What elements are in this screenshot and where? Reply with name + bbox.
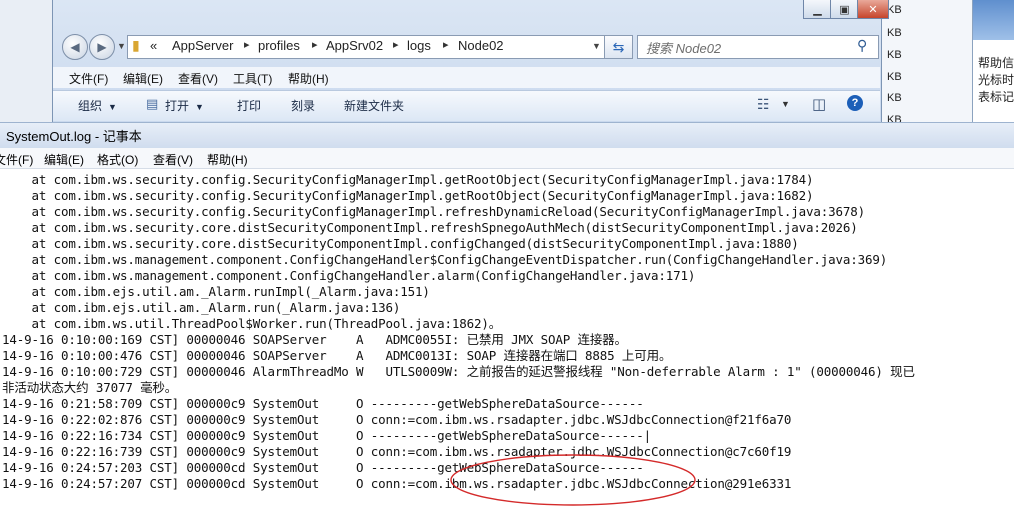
- minimize-icon: ▁: [813, 3, 822, 16]
- menu-help[interactable]: 帮助(H): [288, 70, 329, 87]
- open-icon: ▤: [146, 96, 159, 111]
- help-icon[interactable]: ?: [847, 95, 863, 111]
- log-line: at com.ibm.ws.util.ThreadPool$Worker.run…: [2, 316, 502, 331]
- breadcrumb-appserver[interactable]: AppServer: [172, 38, 233, 53]
- breadcrumb-separator-icon[interactable]: ▸: [443, 38, 449, 51]
- file-size: KB: [887, 49, 902, 61]
- breadcrumb-node02[interactable]: Node02: [458, 38, 504, 53]
- notepad-menu-view[interactable]: 查看(V): [153, 151, 193, 168]
- notepad-titlebar: [0, 122, 1014, 149]
- log-line: 非活动状态大约 37077 毫秒。: [2, 380, 178, 395]
- menu-view[interactable]: 查看(V): [178, 70, 218, 87]
- maximize-icon: ▣: [839, 3, 850, 16]
- folder-icon: ▮: [132, 37, 140, 53]
- file-size: KB: [887, 92, 902, 104]
- log-line: 14-9-16 0:22:16:734 CST] 000000c9 System…: [2, 428, 652, 443]
- log-line: 14-9-16 0:10:00:169 CST] 00000046 SOAPSe…: [2, 332, 627, 347]
- log-line: at com.ibm.ws.security.config.SecurityCo…: [2, 172, 814, 187]
- log-line: 14-9-16 0:10:00:476 CST] 00000046 SOAPSe…: [2, 348, 672, 363]
- new-folder-button[interactable]: 新建文件夹: [344, 97, 404, 114]
- notepad-menu-file[interactable]: 文件(F): [0, 151, 33, 168]
- file-size: KB: [887, 27, 902, 39]
- breadcrumb-appsrv02[interactable]: AppSrv02: [326, 38, 383, 53]
- annotation-ellipse: [450, 454, 696, 506]
- background-help-text: 帮助信: [978, 56, 1014, 70]
- notepad-menu-help[interactable]: 帮助(H): [207, 151, 248, 168]
- burn-button[interactable]: 刻录: [291, 97, 315, 114]
- log-line: at com.ibm.ws.management.component.Confi…: [2, 252, 888, 267]
- log-line: 14-9-16 0:21:58:709 CST] 000000c9 System…: [2, 396, 644, 411]
- search-placeholder: 搜索 Node02: [646, 41, 722, 56]
- menu-file[interactable]: 文件(F): [69, 70, 108, 87]
- recent-pages-dropdown-icon[interactable]: ▼: [117, 41, 126, 51]
- notepad-menu-format[interactable]: 格式(O): [97, 151, 138, 168]
- organize-button[interactable]: 组织 ▼: [78, 97, 117, 114]
- log-line: at com.ibm.ws.security.config.SecurityCo…: [2, 188, 814, 203]
- log-line: at com.ibm.ejs.util.am._Alarm.runImpl(_A…: [2, 284, 430, 299]
- back-arrow-icon: ◀: [70, 40, 80, 54]
- maximize-button[interactable]: ▣: [830, 0, 859, 19]
- log-line: at com.ibm.ejs.util.am._Alarm.run(_Alarm…: [2, 300, 401, 315]
- print-button[interactable]: 打印: [237, 97, 261, 114]
- view-options-icon[interactable]: ☷: [757, 96, 770, 113]
- close-button[interactable]: ✕: [857, 0, 889, 19]
- refresh-icon: ⇆: [612, 38, 625, 55]
- menu-edit[interactable]: 编辑(E): [123, 70, 163, 87]
- refresh-button[interactable]: ⇆: [604, 35, 633, 59]
- minimize-button[interactable]: ▁: [803, 0, 832, 19]
- address-dropdown-icon[interactable]: ▼: [592, 41, 601, 51]
- breadcrumb-overflow[interactable]: «: [150, 38, 157, 53]
- menu-tools[interactable]: 工具(T): [233, 70, 272, 87]
- breadcrumb-separator-icon[interactable]: ▸: [312, 38, 318, 51]
- file-size: KB: [887, 71, 902, 83]
- background-help-text: 光标时: [978, 73, 1014, 87]
- open-button[interactable]: 打开 ▼: [165, 97, 204, 114]
- organize-label: 组织: [78, 99, 103, 113]
- forward-button[interactable]: ▶: [89, 34, 115, 60]
- desktop-background: [0, 0, 52, 122]
- open-label: 打开: [165, 99, 190, 113]
- log-line: at com.ibm.ws.security.config.SecurityCo…: [2, 204, 866, 219]
- background-window-titlebar: [973, 0, 1014, 40]
- search-icon[interactable]: ⚲: [857, 37, 867, 54]
- forward-arrow-icon: ▶: [97, 40, 107, 54]
- preview-pane-icon[interactable]: ◫: [812, 95, 826, 113]
- view-dropdown-icon[interactable]: ▼: [781, 99, 790, 109]
- log-line: at com.ibm.ws.management.component.Confi…: [2, 268, 696, 283]
- notepad-title: SystemOut.log - 记事本: [6, 129, 142, 144]
- notepad-menu-edit[interactable]: 编辑(E): [44, 151, 84, 168]
- breadcrumb-logs[interactable]: logs: [407, 38, 431, 53]
- back-button[interactable]: ◀: [62, 34, 88, 60]
- window-controls: ▁ ▣ ✕: [803, 0, 889, 20]
- log-line: 14-9-16 0:22:02:876 CST] 000000c9 System…: [2, 412, 792, 427]
- log-line: 14-9-16 0:10:00:729 CST] 00000046 AlarmT…: [2, 364, 915, 379]
- log-line: at com.ibm.ws.security.core.distSecurity…: [2, 220, 858, 235]
- breadcrumb-separator-icon[interactable]: ▸: [244, 38, 250, 51]
- background-help-text: 表标记: [978, 90, 1014, 104]
- annotation-ellipse-shape: [450, 454, 696, 506]
- chevron-down-icon: ▼: [195, 102, 204, 112]
- breadcrumb-separator-icon[interactable]: ▸: [393, 38, 399, 51]
- log-line: at com.ibm.ws.security.core.distSecurity…: [2, 236, 799, 251]
- chevron-down-icon: ▼: [108, 102, 117, 112]
- breadcrumb-profiles[interactable]: profiles: [258, 38, 300, 53]
- file-size: KB: [887, 4, 902, 16]
- close-icon: ✕: [868, 3, 878, 16]
